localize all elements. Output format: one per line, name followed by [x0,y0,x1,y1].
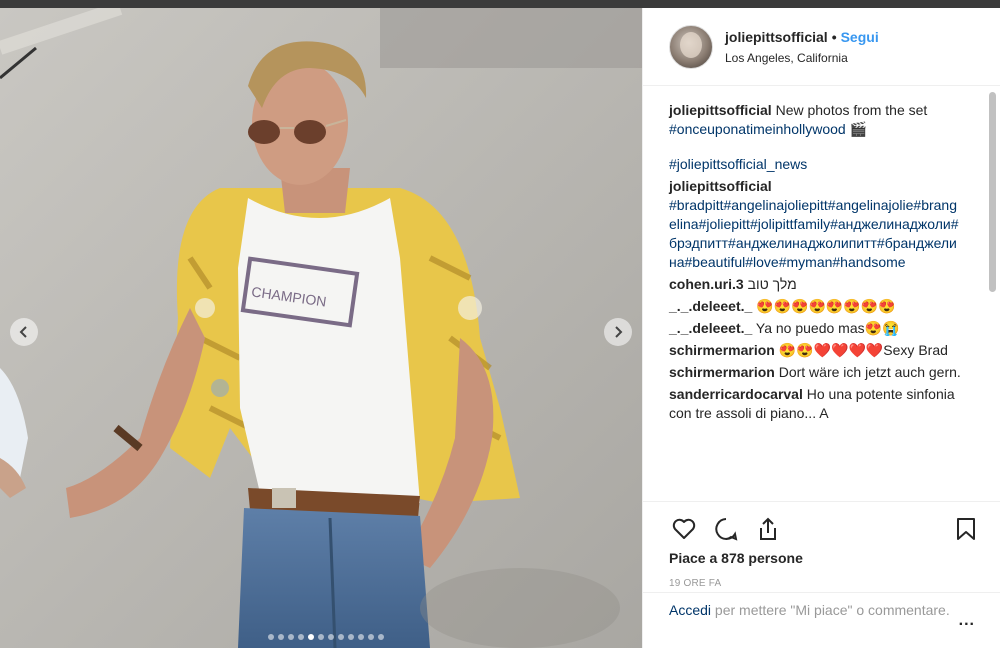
comments-scrollbar[interactable] [989,92,996,292]
follow-button[interactable]: Segui [841,29,879,45]
login-link[interactable]: Accedi [669,602,711,618]
hashtag-link[interactable]: #onceuponatimeinhollywood 🎬 [669,121,867,137]
post-sidebar: joliepittsofficial • Segui Los Angeles, Ca… [642,8,1000,648]
carousel-dot[interactable] [378,634,384,640]
photo-illustration: CHAMPION [0,8,642,648]
carousel-dot[interactable] [348,634,354,640]
comment-username[interactable]: joliepittsofficial [669,102,772,118]
comment-username[interactable]: _._.deleeet._ [669,320,752,336]
comment-text: 😍😍😍😍😍😍😍😍 [756,298,896,314]
comment-username[interactable]: schirmermarion [669,364,775,380]
comment-item: sanderricardocarval Ho una potente sinfo… [669,385,961,423]
heart-icon[interactable] [669,514,699,544]
avatar[interactable] [669,24,713,69]
comment-item: cohen.uri.3 מלך טוב [669,275,961,294]
chevron-right-icon [615,326,623,338]
separator-dot: • [831,28,837,45]
comment-username[interactable]: joliepittsofficial [669,178,772,194]
more-options-button[interactable]: ... [959,611,975,630]
carousel-dot[interactable] [278,634,284,640]
carousel-dot[interactable] [358,634,364,640]
carousel-dot[interactable] [328,634,334,640]
comment-text: New photos from the set [775,102,928,118]
comments-list[interactable]: joliepittsofficial New photos from the s… [643,87,1000,501]
carousel-dot[interactable] [308,634,314,640]
post-actions: Piace a 878 persone 19 ORE FA [643,501,1000,589]
comment-item: #joliepittsofficial_news [669,155,961,174]
bookmark-icon[interactable] [951,514,981,544]
add-comment-section: Accedi per mettere "Mi piace" o commenta… [643,592,1000,648]
carousel-dot[interactable] [268,634,274,640]
comment-username[interactable]: sanderricardocarval [669,386,803,402]
hashtag-link[interactable]: #joliepittsofficial_news [669,156,807,172]
comment-username[interactable]: schirmermarion [669,342,775,358]
login-prompt: per mettere "Mi piace" o commentare. [711,602,950,618]
post-header: joliepittsofficial • Segui Los Angeles, Ca… [643,8,1000,86]
speech-bubble-icon[interactable] [711,514,741,544]
comment-text: מלך טוב [747,276,797,292]
carousel-dot[interactable] [298,634,304,640]
comment-text: Dort wäre ich jetzt auch gern. [778,364,961,380]
comment-text: Ya no puedo mas😍😭 [755,320,900,336]
comment-item: _._.deleeet._ 😍😍😍😍😍😍😍😍 [669,297,961,316]
comment-username[interactable]: cohen.uri.3 [669,276,744,292]
comment-item: joliepittsofficial New photos from the s… [669,101,961,139]
chevron-left-icon [19,326,27,338]
carousel-dots [268,634,384,640]
carousel-dot[interactable] [288,634,294,640]
likes-count[interactable]: Piace a 878 persone [669,550,975,566]
share-icon[interactable] [753,514,783,544]
carousel-dot[interactable] [338,634,344,640]
top-strip [0,0,1000,8]
comment-text: 😍😍❤️❤️❤️❤️Sexy Brad [778,342,948,358]
comment-item: joliepittsofficial #bradpitt#angelinajol… [669,177,961,272]
post-photo[interactable]: CHAMPION [0,8,642,648]
next-photo-button[interactable] [604,318,632,346]
carousel-dot[interactable] [318,634,324,640]
hashtag-link[interactable]: #bradpitt#angelinajoliepitt#angelinajoli… [669,197,959,270]
comment-item: schirmermarion Dort wäre ich jetzt auch … [669,363,961,382]
comment-username[interactable]: _._.deleeet._ [669,298,752,314]
previous-photo-button[interactable] [10,318,38,346]
post-timestamp[interactable]: 19 ORE FA [669,578,975,589]
location-link[interactable]: Los Angeles, California [725,51,879,65]
username-link[interactable]: joliepittsofficial [725,29,828,45]
comment-item: schirmermarion 😍😍❤️❤️❤️❤️Sexy Brad [669,341,961,360]
comment-item: _._.deleeet._ Ya no puedo mas😍😭 [669,319,961,338]
carousel-dot[interactable] [368,634,374,640]
